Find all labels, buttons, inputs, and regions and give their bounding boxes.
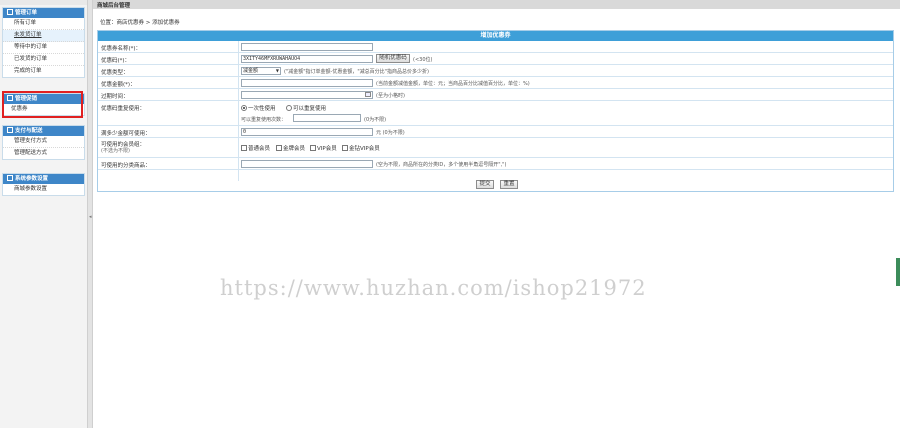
sidebar-item-shipping-methods[interactable]: 管理配送方式 [3, 148, 84, 159]
row-member-groups: 可使用的会员组： (不选为不限) 普通会员 金牌会员 VIP会员 金钻VIP会员 [98, 138, 893, 158]
checkbox-icon[interactable] [276, 144, 282, 151]
sidebar-top-strip [0, 0, 87, 5]
row-min-amount: 满多少金额可使用： 0 元 (0为不限) [98, 126, 893, 138]
reset-button[interactable]: 重置 [500, 180, 518, 189]
submit-button[interactable]: 提交 [476, 180, 494, 189]
member-groups-sublabel: (不选为不限) [101, 148, 130, 154]
sidebar-group-settings: 系统参数设置 商城参数设置 [2, 173, 85, 196]
min-amount-hint: 元 (0为不限) [376, 130, 405, 136]
coupon-amount-input[interactable] [241, 79, 373, 87]
min-amount-input[interactable]: 0 [241, 128, 373, 136]
reuse-count-label: 可以重复使用次数： [241, 117, 287, 123]
row-coupon-amount: 优惠金额(*)： (当前金额减值金额，单位：元；当商品百分比减值百分比，单位：%… [98, 77, 893, 89]
member-option-gold[interactable]: 金牌会员 [276, 144, 305, 152]
type-hint: ("减金额"指订单金额-优惠金额，"减总百分比"指商品总价多少折) [284, 69, 429, 75]
row-categories: 可使用的分类商品： (空为不限，商品所在的分类ID，多个使用半角逗号隔开",") [98, 158, 893, 170]
expire-time-label: 过期时间： [101, 94, 129, 100]
radio-icon[interactable] [286, 104, 292, 111]
categories-label: 可使用的分类商品： [101, 163, 151, 169]
categories-input[interactable] [241, 160, 373, 168]
chevron-down-icon: ▼ [275, 68, 279, 73]
reuse-count-hint: (0为不限) [364, 117, 387, 123]
breadcrumb: 位置：商店优惠券 > 添加优惠券 [100, 20, 180, 26]
member-option-diamond-vip[interactable]: 金钻VIP会员 [342, 144, 380, 152]
highlight-box [2, 91, 83, 118]
reuse-once-option[interactable]: 一次性使用 [241, 104, 276, 112]
amount-hint: (当前金额减值金额，单位：元；当商品百分比减值百分比，单位：%) [376, 81, 530, 87]
sidebar-item-pending-orders[interactable]: 等待中的订单 [3, 42, 84, 54]
sidebar-item-completed-orders[interactable]: 完成的订单 [3, 66, 84, 77]
sidebar-item-all-orders[interactable]: 所有订单 [3, 18, 84, 30]
calendar-icon[interactable] [365, 92, 371, 97]
scroll-indicator[interactable] [896, 258, 900, 286]
checkbox-icon[interactable] [241, 144, 247, 151]
main-title: 商城后台管理 [97, 3, 131, 9]
reuse-count-input[interactable] [293, 114, 361, 122]
member-option-normal[interactable]: 普通会员 [241, 144, 270, 152]
random-code-button[interactable]: 随机优惠码 [376, 54, 410, 63]
min-amount-label: 满多少金额可使用： [101, 131, 151, 137]
expire-time-input[interactable] [241, 91, 373, 99]
code-hint: (<30位) [413, 57, 433, 63]
reuse-label: 优惠码重复使用： [101, 106, 146, 112]
row-coupon-type: 优惠类型： 减金额 ▼ ("减金额"指订单金额-优惠金额，"减总百分比"指商品总… [98, 65, 893, 77]
coupon-type-select[interactable]: 减金额 ▼ [241, 67, 281, 75]
coupon-code-input[interactable]: 3XITY46MFXRUWAHAUO4 [241, 55, 373, 63]
expire-hint: (至为小格时) [376, 93, 405, 99]
radio-checked-icon[interactable] [241, 104, 247, 111]
sidebar-group-payment: 支付与配送 管理支付方式 管理配送方式 [2, 125, 85, 160]
row-coupon-name: 优惠券名称(*)： [98, 41, 893, 53]
coupon-name-label: 优惠券名称(*)： [101, 46, 142, 52]
group-box-icon [7, 126, 13, 133]
sidebar-item-payment-methods[interactable]: 管理支付方式 [3, 136, 84, 148]
collapse-arrow-icon[interactable]: ◂ [89, 214, 92, 220]
coupon-type-label: 优惠类型： [101, 70, 129, 76]
sidebar-group-header[interactable]: 系统参数设置 [3, 174, 84, 184]
main-title-bar: 商城后台管理 [93, 0, 900, 9]
sidebar-group-orders: 管理订单 所有订单 未发货订单 等待中的订单 已发货的订单 完成的订单 [2, 7, 85, 78]
sidebar-group-header[interactable]: 支付与配送 [3, 126, 84, 136]
row-reuse: 优惠码重复使用： 一次性使用 可以重复使用 可以重复使用次数： (0为不限) [98, 101, 893, 126]
row-expire-time: 过期时间： (至为小格时) [98, 89, 893, 101]
sidebar: 管理订单 所有订单 未发货订单 等待中的订单 已发货的订单 完成的订单 管理促销… [0, 0, 87, 428]
sidebar-item-shipped-orders[interactable]: 已发货的订单 [3, 54, 84, 66]
group-box-icon [7, 174, 13, 181]
row-coupon-code: 优惠码(*)： 3XITY46MFXRUWAHAUO4 随机优惠码 (<30位) [98, 53, 893, 65]
member-option-vip[interactable]: VIP会员 [310, 144, 337, 152]
coupon-amount-label: 优惠金额(*)： [101, 82, 136, 88]
reuse-multi-option[interactable]: 可以重复使用 [286, 104, 326, 112]
coupon-code-label: 优惠码(*)： [101, 58, 131, 64]
group-box-icon [7, 8, 13, 15]
form-header: 增加优惠券 [98, 31, 893, 41]
checkbox-icon[interactable] [342, 144, 348, 151]
coupon-form-panel: 增加优惠券 优惠券名称(*)： 优惠码(*)： 3XITY46MFXRUWAHA… [97, 30, 894, 192]
checkbox-icon[interactable] [310, 144, 316, 151]
sidebar-item-unshipped-orders[interactable]: 未发货订单 [3, 30, 84, 42]
sidebar-item-shop-settings[interactable]: 商城参数设置 [3, 184, 84, 195]
watermark-text: https://www.huzhan.com/ishop21972 [220, 276, 647, 300]
categories-hint: (空为不限，商品所在的分类ID，多个使用半角逗号隔开",") [376, 162, 507, 168]
coupon-name-input[interactable] [241, 43, 373, 51]
sidebar-group-header[interactable]: 管理订单 [3, 8, 84, 18]
main-content: 商城后台管理 位置：商店优惠券 > 添加优惠券 增加优惠券 优惠券名称(*)： … [93, 0, 900, 428]
